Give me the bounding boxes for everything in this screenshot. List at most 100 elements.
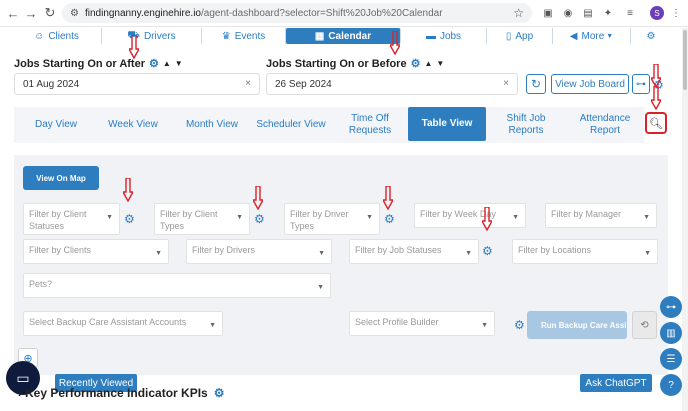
clients-select[interactable]: Filter by Clients ▼ bbox=[23, 239, 169, 264]
settings-button[interactable]: ⚙ bbox=[631, 28, 671, 44]
sort-down-icon[interactable]: ▼ bbox=[436, 59, 444, 68]
history-button[interactable]: ⟲ bbox=[632, 311, 657, 339]
tab-scheduler-view[interactable]: Scheduler View bbox=[254, 107, 328, 143]
view-job-board-button[interactable]: View Job Board bbox=[551, 74, 629, 94]
refresh-icon: ↻ bbox=[530, 77, 542, 91]
menu-item-jobs[interactable]: ▬ Jobs bbox=[401, 28, 487, 44]
sitemap-icon: ⊶ bbox=[636, 78, 646, 90]
gear-icon[interactable]: ⚙ bbox=[482, 244, 493, 258]
tab-time-off-requests[interactable]: Time Off Requests bbox=[330, 107, 410, 143]
annotation-arrow-icon bbox=[383, 186, 393, 210]
after-date-label: Jobs Starting On or After ⚙ ▲ ▼ bbox=[14, 57, 183, 71]
job-statuses-select[interactable]: Filter by Job Statuses ▼ bbox=[349, 239, 479, 264]
tab-shift-job-reports[interactable]: Shift Job Reports bbox=[488, 107, 564, 143]
view-on-map-button[interactable]: View On Map bbox=[23, 166, 99, 190]
caret-down-icon: ▼ bbox=[643, 214, 650, 221]
profile-builder-select[interactable]: Select Profile Builder ▼ bbox=[349, 311, 495, 336]
caret-down-icon: ▼ bbox=[236, 214, 243, 221]
book-icon[interactable]: ▥ bbox=[660, 322, 682, 344]
menu-item-drivers[interactable]: ⛟ Drivers bbox=[102, 28, 202, 44]
extension-icon[interactable]: ▣ bbox=[540, 5, 556, 21]
search-icon: 🔍︎ bbox=[649, 117, 663, 130]
media-icon[interactable]: ≡ bbox=[622, 5, 638, 21]
menu-item-calendar[interactable]: ▦ Calendar bbox=[286, 28, 401, 44]
menu-item-clients[interactable]: ☺ Clients bbox=[12, 28, 102, 44]
locations-select[interactable]: Filter by Locations ▼ bbox=[512, 239, 658, 264]
page-scrollbar[interactable] bbox=[682, 28, 688, 411]
filters-panel bbox=[14, 155, 668, 375]
ask-chatgpt-button[interactable]: Ask ChatGPT bbox=[580, 374, 652, 392]
tab-table-view[interactable]: Table View bbox=[408, 107, 486, 141]
view-tabs: Day View Week View Month View Scheduler … bbox=[14, 107, 644, 143]
users-icon: ☺ bbox=[34, 30, 45, 42]
annotation-arrow-icon bbox=[123, 178, 133, 202]
main-menu: ☺ Clients ⛟ Drivers ♛ Events ▦ Calendar ▬ Job… bbox=[12, 28, 676, 44]
menu-item-app[interactable]: ▯ App bbox=[487, 28, 553, 44]
url-host: findingnanny.enginehire.io bbox=[84, 7, 201, 19]
clear-icon[interactable]: × bbox=[503, 78, 509, 89]
backup-care-select[interactable]: Select Backup Care Assistant Accounts ▼ bbox=[23, 311, 223, 336]
forward-icon[interactable]: → bbox=[21, 3, 41, 23]
scrollbar-thumb[interactable] bbox=[683, 30, 687, 90]
drivers-select[interactable]: Filter by Drivers ▼ bbox=[186, 239, 332, 264]
caret-down-icon: ▼ bbox=[606, 32, 614, 40]
caret-down-icon: ▼ bbox=[155, 250, 162, 257]
calendar-icon: ▦ bbox=[314, 30, 325, 42]
tab-week-view[interactable]: Week View bbox=[98, 107, 168, 143]
caret-down-icon: ▼ bbox=[106, 214, 113, 221]
tab-day-view[interactable]: Day View bbox=[22, 107, 90, 143]
client-statuses-select[interactable]: Filter by Client Statuses ▼ bbox=[23, 203, 120, 235]
kpi-section-title: › Key Performance Indicator KPIs ⚙ bbox=[18, 386, 225, 400]
manager-select[interactable]: Filter by Manager ▼ bbox=[545, 203, 657, 228]
help-icon[interactable]: ? bbox=[660, 374, 682, 396]
client-types-select[interactable]: Filter by Client Types ▼ bbox=[154, 203, 250, 235]
chat-icon: ▭ bbox=[16, 369, 30, 386]
sort-up-icon[interactable]: ▲ bbox=[424, 59, 432, 68]
reload-icon[interactable]: ↻ bbox=[40, 3, 60, 23]
refresh-button[interactable]: ↻ bbox=[526, 74, 546, 94]
menu-item-events[interactable]: ♛ Events bbox=[202, 28, 286, 44]
tab-month-view[interactable]: Month View bbox=[178, 107, 246, 143]
week-day-select[interactable]: Filter by Week Day ▼ bbox=[414, 203, 526, 228]
gear-icon[interactable]: ⚙ bbox=[254, 212, 265, 226]
sort-down-icon[interactable]: ▼ bbox=[175, 59, 183, 68]
gear-icon: ⚙ bbox=[646, 30, 656, 42]
megaphone-icon: ◀ bbox=[569, 30, 578, 42]
gear-icon[interactable]: ⚙ bbox=[149, 57, 159, 70]
gear-icon[interactable]: ⚙ bbox=[214, 386, 225, 400]
menu-item-more[interactable]: ◀ More ▼ bbox=[553, 28, 631, 44]
run-backup-care-button[interactable]: Run Backup Care Assista bbox=[527, 311, 627, 339]
sort-up-icon[interactable]: ▲ bbox=[163, 59, 171, 68]
driver-types-select[interactable]: Filter by Driver Types ▼ bbox=[284, 203, 380, 235]
address-bar[interactable]: ⚙ findingnanny.enginehire.io/agent-dashb… bbox=[62, 3, 532, 23]
puzzle-icon[interactable]: ✦ bbox=[600, 5, 616, 21]
gear-icon[interactable]: ⚙ bbox=[411, 57, 421, 70]
back-icon[interactable]: ← bbox=[3, 3, 23, 23]
briefcase-icon: ▬ bbox=[425, 30, 436, 42]
chevron-right-icon[interactable]: › bbox=[18, 386, 22, 400]
kebab-menu-icon[interactable]: ⋮ bbox=[668, 5, 684, 21]
after-date-input[interactable]: 01 Aug 2024 × bbox=[14, 73, 260, 95]
gear-icon[interactable]: ⚙ bbox=[384, 212, 395, 226]
checklist-icon[interactable]: ☰ bbox=[660, 348, 682, 370]
gear-icon[interactable]: ⚙ bbox=[514, 318, 525, 332]
search-button[interactable]: 🔍︎ bbox=[645, 112, 667, 134]
history-icon: ⟲ bbox=[640, 319, 649, 331]
caret-down-icon: ▼ bbox=[317, 284, 324, 291]
extension-icon[interactable]: ◉ bbox=[560, 5, 576, 21]
annotation-arrow-icon bbox=[651, 86, 661, 110]
browser-toolbar: ← → ↻ ⚙ findingnanny.enginehire.io/agent… bbox=[0, 0, 688, 27]
tab-attendance-report[interactable]: Attendance Report bbox=[574, 107, 636, 143]
pets-select[interactable]: Pets? ▼ bbox=[23, 273, 331, 298]
bookmark-star-icon[interactable]: ☆ bbox=[513, 6, 524, 20]
before-date-input[interactable]: 26 Sep 2024 × bbox=[266, 73, 518, 95]
org-chart-icon[interactable]: ⊶ bbox=[660, 296, 682, 318]
hierarchy-button[interactable]: ⊶ bbox=[632, 74, 650, 94]
caret-down-icon: ▼ bbox=[481, 322, 488, 329]
site-info-icon[interactable]: ⚙ bbox=[70, 8, 79, 19]
annotation-arrow-icon bbox=[651, 64, 661, 88]
extension-icon[interactable]: ▤ bbox=[580, 5, 596, 21]
clear-icon[interactable]: × bbox=[245, 78, 251, 89]
gear-icon[interactable]: ⚙ bbox=[124, 212, 135, 226]
profile-avatar[interactable]: S bbox=[650, 6, 664, 20]
